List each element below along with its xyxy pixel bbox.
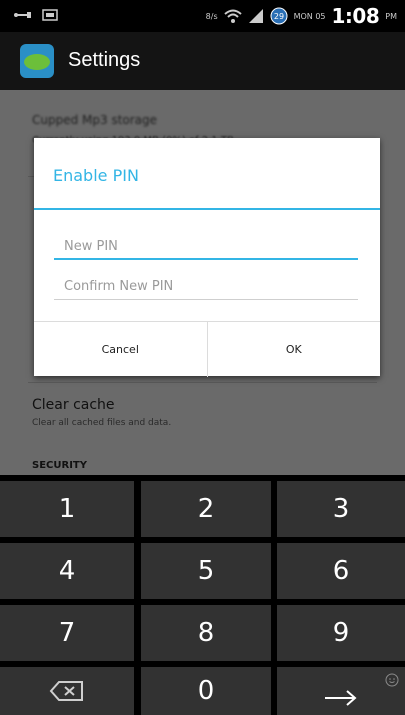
confirm-pin-input[interactable] (54, 274, 358, 300)
key-6[interactable]: 6 (277, 543, 405, 599)
signal-icon (248, 9, 263, 23)
emoji-icon[interactable] (385, 673, 399, 687)
key-9[interactable]: 9 (277, 605, 405, 661)
key-8[interactable]: 8 (141, 605, 271, 661)
security-section-header: SECURITY (32, 460, 87, 471)
clear-cache-title[interactable]: Clear cache (32, 397, 115, 413)
app-logo-icon[interactable] (20, 44, 54, 78)
svg-text:29: 29 (274, 12, 284, 21)
action-bar: Settings (0, 32, 405, 90)
divider (28, 382, 377, 383)
page-title: Settings (68, 49, 141, 71)
enable-pin-dialog: Enable PIN Cancel OK (34, 138, 380, 377)
backspace-icon (49, 681, 83, 701)
backspace-key[interactable] (0, 667, 134, 715)
key-5[interactable]: 5 (141, 543, 271, 599)
key-4[interactable]: 4 (0, 543, 134, 599)
wifi-icon (223, 9, 242, 23)
network-speed-label: 8/s (205, 11, 218, 21)
status-left (14, 9, 58, 21)
day-label: MON 05 (293, 11, 326, 21)
clock-time: 1:08 (331, 4, 380, 28)
key-7[interactable]: 7 (0, 605, 134, 661)
key-3[interactable]: 3 (277, 481, 405, 537)
numeric-keyboard: 1 2 3 4 5 6 7 8 9 0 (0, 475, 405, 715)
new-pin-input[interactable] (54, 234, 358, 260)
storage-title: Cupped Mp3 storage (32, 113, 158, 127)
usb-icon (14, 12, 31, 18)
status-bar: 8/s 29 MON 05 1:08 PM (0, 0, 405, 32)
dialog-title-divider (34, 208, 380, 210)
key-0[interactable]: 0 (141, 667, 271, 715)
enter-arrow-icon (325, 690, 357, 706)
enter-key[interactable] (277, 667, 405, 715)
dialog-title: Enable PIN (53, 166, 139, 185)
cancel-button[interactable]: Cancel (34, 322, 208, 377)
ok-button[interactable]: OK (208, 322, 381, 377)
clock-ampm: PM (385, 11, 397, 21)
status-right: 8/s 29 MON 05 1:08 PM (206, 4, 397, 28)
key-2[interactable]: 2 (141, 481, 271, 537)
key-1[interactable]: 1 (0, 481, 134, 537)
dialog-button-row: Cancel OK (34, 321, 380, 377)
clear-cache-subtitle: Clear all cached files and data. (32, 418, 172, 428)
screenshot-icon (42, 9, 58, 21)
clock-badge-icon: 29 (270, 7, 288, 25)
